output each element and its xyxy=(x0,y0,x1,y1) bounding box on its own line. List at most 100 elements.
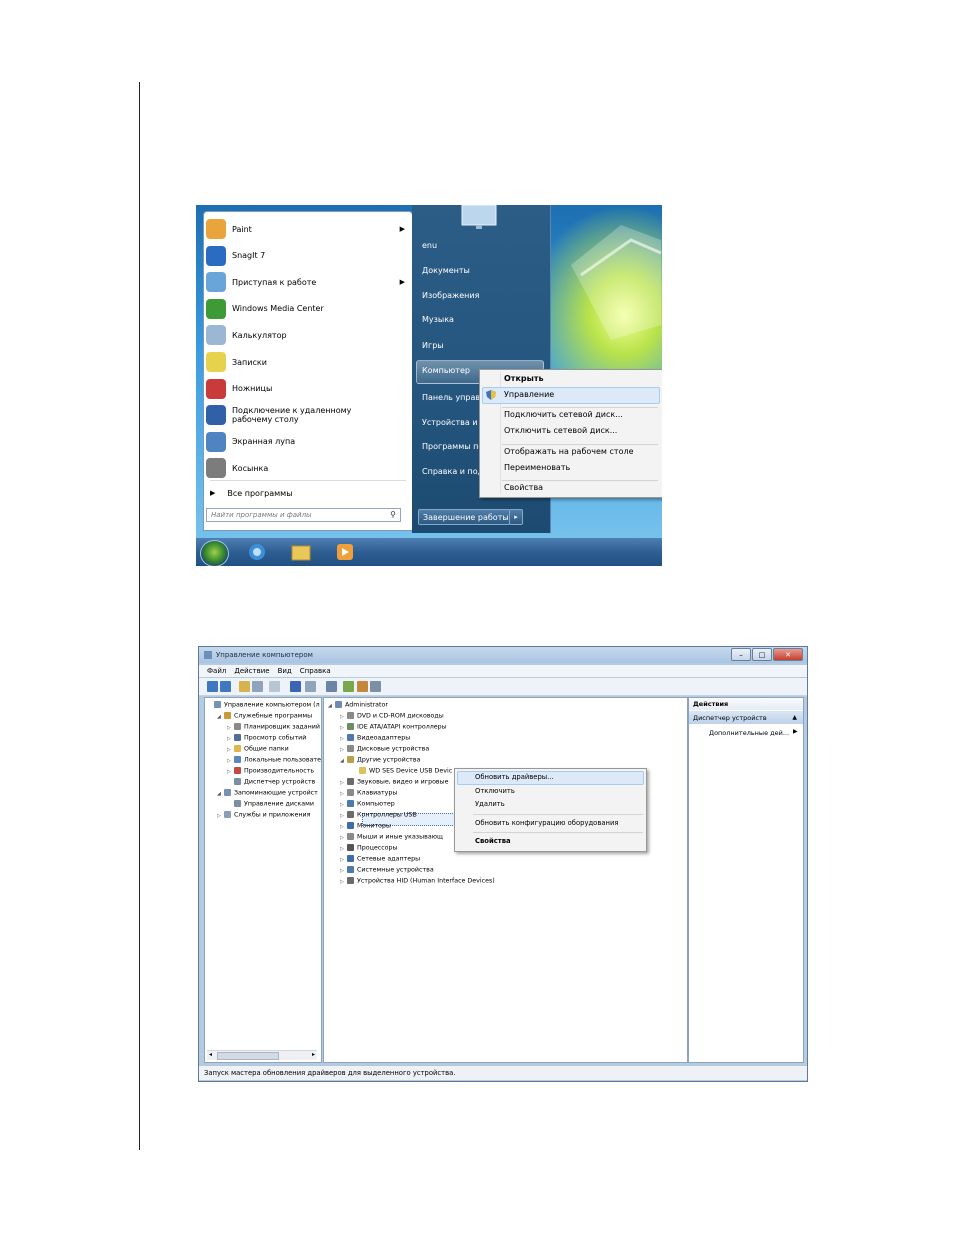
start-places-item[interactable]: Музыка xyxy=(422,315,454,324)
device-node[interactable]: ▷ Сетевые адаптеры xyxy=(340,855,420,863)
view-icon[interactable] xyxy=(305,681,316,692)
device-node[interactable]: ▷ IDE ATA/ATAPI контроллеры xyxy=(340,723,447,731)
context-menu-item[interactable]: Отключить xyxy=(475,787,515,795)
program-item[interactable]: Windows Media Center xyxy=(204,296,412,322)
program-item[interactable]: Paint ▶ xyxy=(204,216,412,242)
show-hide-tree-icon[interactable] xyxy=(252,681,263,692)
tree-node[interactable]: ▷ Производительность xyxy=(227,767,314,775)
start-places-item[interactable]: Документы xyxy=(422,266,470,275)
device-node[interactable]: WD SES Device USB Devic xyxy=(352,767,452,775)
context-menu-item[interactable]: Переименовать xyxy=(504,463,570,472)
actions-section-device-manager[interactable]: Диспетчер устройств ▲ xyxy=(689,711,803,724)
program-item[interactable]: SnagIt 7 xyxy=(204,243,412,269)
tree-node[interactable]: Управление дисками xyxy=(227,800,314,808)
program-item[interactable]: Записки xyxy=(204,349,412,375)
device-node[interactable]: ▷ Компьютер xyxy=(340,800,395,808)
expand-toggle-icon[interactable]: ▷ xyxy=(227,769,234,775)
context-menu-item[interactable]: Свойства xyxy=(504,483,543,492)
context-menu-item[interactable]: Обновить конфигурацию оборудования xyxy=(475,819,618,827)
maximize-button[interactable]: □ xyxy=(752,648,772,661)
device-node[interactable]: ◢ Administrator xyxy=(328,701,388,709)
device-node[interactable]: ▷ Мониторы xyxy=(340,822,391,830)
expand-toggle-icon[interactable]: ▷ xyxy=(227,725,234,731)
back-arrow-icon[interactable] xyxy=(207,681,218,692)
start-places-item[interactable]: Справка и под xyxy=(422,467,483,476)
search-icon[interactable]: ⚲ xyxy=(390,510,396,519)
more-actions-link[interactable]: Дополнительные дей... xyxy=(709,729,789,737)
expand-toggle-icon[interactable]: ◢ xyxy=(328,703,335,709)
tree-node[interactable]: ▷ Локальные пользовате xyxy=(227,756,321,764)
expand-toggle-icon[interactable]: ◢ xyxy=(217,714,224,720)
menu-item[interactable]: Справка xyxy=(300,667,331,675)
expand-toggle-icon[interactable]: ▷ xyxy=(340,857,347,863)
tree-node[interactable]: ◢ Запоминающие устройст xyxy=(217,789,318,797)
media-player-icon[interactable] xyxy=(334,542,356,562)
device-node[interactable]: ▷ Клавиатуры xyxy=(340,789,397,797)
tree-node[interactable]: ▷ Общие папки xyxy=(227,745,289,753)
start-places-item[interactable]: Программы по xyxy=(422,442,483,451)
context-menu-item[interactable]: Отображать на рабочем столе xyxy=(504,447,634,456)
expand-toggle-icon[interactable]: ▷ xyxy=(340,868,347,874)
expand-toggle-icon[interactable]: ◢ xyxy=(340,758,347,764)
context-menu-item[interactable]: Подключить сетевой диск... xyxy=(504,410,623,419)
device-node[interactable]: ◢ Другие устройства xyxy=(340,756,420,764)
help-icon[interactable] xyxy=(290,681,301,692)
expand-toggle-icon[interactable]: ▷ xyxy=(227,736,234,742)
start-places-item[interactable]: Устройства и п xyxy=(422,418,485,427)
all-programs-button[interactable]: ▶ Все программы xyxy=(204,484,412,502)
internet-explorer-icon[interactable] xyxy=(246,542,268,562)
expand-toggle-icon[interactable]: ▷ xyxy=(340,802,347,808)
expand-toggle-icon[interactable]: ▷ xyxy=(340,835,347,841)
program-item[interactable]: Калькулятор xyxy=(204,322,412,348)
forward-arrow-icon[interactable] xyxy=(220,681,231,692)
scan-hardware-icon[interactable] xyxy=(343,681,354,692)
device-node[interactable]: ▷ Контроллеры USB xyxy=(340,811,417,819)
close-button[interactable]: ✕ xyxy=(773,648,803,661)
context-menu-item[interactable]: Свойства xyxy=(475,837,511,845)
device-node[interactable]: ▷ Звуковые, видео и игровые xyxy=(340,778,448,786)
program-item[interactable]: Подключение к удаленному рабочему столу xyxy=(204,402,412,428)
expand-toggle-icon[interactable]: ▷ xyxy=(340,780,347,786)
export-list-icon[interactable] xyxy=(269,681,280,692)
tree-node[interactable]: ▷ Планировщик заданий xyxy=(227,723,320,731)
device-node[interactable]: ▷ Процессоры xyxy=(340,844,398,852)
up-folder-icon[interactable] xyxy=(239,681,250,692)
context-menu-item[interactable]: Отключить сетевой диск... xyxy=(504,426,617,435)
disable-device-icon[interactable] xyxy=(370,681,381,692)
expand-toggle-icon[interactable]: ▷ xyxy=(340,736,347,742)
expand-toggle-icon[interactable]: ▷ xyxy=(340,846,347,852)
start-places-item[interactable]: Игры xyxy=(422,341,444,350)
device-node[interactable]: ▷ Мыши и иные указывающ xyxy=(340,833,443,841)
expand-toggle-icon[interactable]: ▷ xyxy=(217,813,224,819)
tree-node[interactable]: ▷ Просмотр событий xyxy=(227,734,306,742)
update-driver-icon[interactable] xyxy=(357,681,368,692)
program-item[interactable]: Приступая к работе ▶ xyxy=(204,269,412,295)
shutdown-options-button[interactable]: ▸ xyxy=(509,509,523,525)
context-menu-item[interactable]: Удалить xyxy=(475,800,505,808)
program-item[interactable]: Ножницы xyxy=(204,376,412,402)
program-item[interactable]: Экранная лупа xyxy=(204,429,412,455)
tree-node[interactable]: Диспетчер устройств xyxy=(227,778,315,786)
horizontal-scrollbar[interactable]: ◂ ▸ xyxy=(207,1050,317,1060)
device-node[interactable]: ▷ Видеоадаптеры xyxy=(340,734,410,742)
start-search-input[interactable]: Найти программы и файлы ⚲ xyxy=(206,508,401,522)
device-node[interactable]: ▷ Системные устройства xyxy=(340,866,434,874)
expand-toggle-icon[interactable]: ▷ xyxy=(340,714,347,720)
expand-toggle-icon[interactable]: ▷ xyxy=(340,824,347,830)
start-places-item[interactable]: Панель управл xyxy=(422,393,485,402)
expand-toggle-icon[interactable]: ▷ xyxy=(340,747,347,753)
program-item[interactable]: Косынка xyxy=(204,455,412,481)
device-node[interactable]: ▷ Устройства HID (Human Interface Devices… xyxy=(340,877,495,885)
context-menu-item[interactable]: Обновить драйверы... xyxy=(475,773,554,781)
expand-toggle-icon[interactable]: ▷ xyxy=(227,758,234,764)
start-places-item[interactable]: enu xyxy=(422,241,437,250)
context-menu-item[interactable]: Управление xyxy=(504,390,554,399)
properties-icon[interactable] xyxy=(326,681,337,692)
shutdown-button[interactable]: Завершение работы xyxy=(418,509,510,525)
tree-node[interactable]: ▷ Службы и приложения xyxy=(217,811,310,819)
menu-item[interactable]: Вид xyxy=(278,667,292,675)
start-places-item[interactable]: Компьютер xyxy=(422,366,470,375)
expand-toggle-icon[interactable]: ▷ xyxy=(227,747,234,753)
tree-node[interactable]: ◢ Служебные программы xyxy=(217,712,312,720)
minimize-button[interactable]: – xyxy=(731,648,751,661)
